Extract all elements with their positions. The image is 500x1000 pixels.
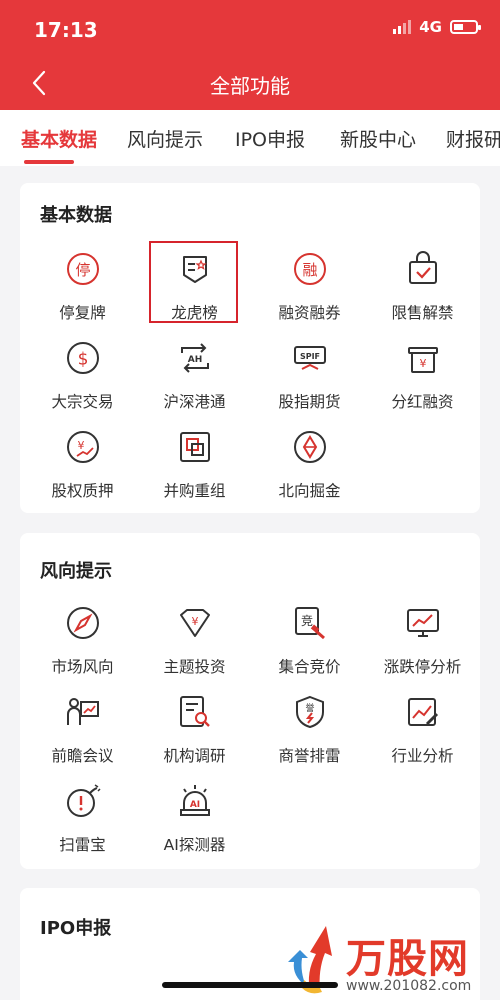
- grid-item-label: 股指期货: [278, 393, 341, 411]
- svg-text:融: 融: [302, 261, 317, 279]
- grid-item-research[interactable]: 机构调研: [137, 694, 252, 782]
- grid-item-label: 市场风向: [51, 658, 114, 676]
- network-type: 4G: [419, 18, 442, 36]
- watermark-brand: 万股网: [346, 936, 469, 982]
- highlight-box: [149, 241, 238, 323]
- grid-item-market-wind[interactable]: 市场风向: [25, 605, 140, 693]
- section-basic-data: 基本数据 停 停复牌 龙虎榜 融 融资融券 限售解禁 $ 大宗交易 AH 沪深港…: [20, 183, 480, 513]
- merger-icon: [177, 429, 213, 465]
- page-title: 全部功能: [210, 74, 290, 98]
- research-icon: [177, 694, 213, 730]
- svg-text:竞: 竞: [301, 614, 313, 628]
- grid-item-label: AI探测器: [163, 836, 226, 854]
- svg-text:AH: AH: [188, 355, 203, 365]
- grid-item-goodwill[interactable]: 誉 商誉排雷: [252, 694, 367, 782]
- grid-item-theme-investment[interactable]: ¥ 主题投资: [137, 605, 252, 693]
- tab-ipo[interactable]: IPO申报: [235, 125, 305, 152]
- tab-new-stock[interactable]: 新股中心: [340, 125, 416, 152]
- auction-icon: 竞: [292, 605, 328, 641]
- grid-item-label: 前瞻会议: [51, 747, 114, 765]
- industry-analysis-icon: [405, 694, 441, 730]
- grid-item-lockup[interactable]: 限售解禁: [365, 251, 480, 339]
- tab-financial-report[interactable]: 财报研: [446, 125, 500, 152]
- grid-item-label: 停复牌: [59, 304, 106, 322]
- grid-item-block-trade[interactable]: $ 大宗交易: [25, 340, 140, 428]
- ai-detector-icon: AI: [177, 783, 213, 819]
- category-tabs: 基本数据 风向提示 IPO申报 新股中心 财报研: [0, 110, 500, 166]
- grid-item-label: 主题投资: [163, 658, 226, 676]
- grid-item-label: 股权质押: [51, 482, 114, 500]
- watermark-url: www.201082.com: [346, 978, 472, 994]
- grid-item-label: 涨跌停分析: [383, 658, 462, 676]
- svg-text:¥: ¥: [192, 615, 199, 628]
- section-title: IPO申报: [40, 918, 112, 939]
- home-indicator[interactable]: [162, 982, 338, 988]
- stock-connect-icon: AH: [177, 340, 213, 376]
- grid-item-stock-connect[interactable]: AH 沪深港通: [137, 340, 252, 428]
- suspension-icon: 停: [65, 251, 101, 287]
- grid-item-northbound[interactable]: 北向掘金: [252, 429, 367, 517]
- grid-item-dividend[interactable]: ¥ 分红融资: [365, 340, 480, 428]
- goodwill-shield-icon: 誉: [292, 694, 328, 730]
- section-wind-tips: 风向提示 市场风向 ¥ 主题投资 竞 集合竞价 涨跌停分析 前瞻会议 机构调研 …: [20, 533, 480, 869]
- grid-item-label: 商誉排雷: [278, 747, 341, 765]
- lockup-expiry-icon: [405, 251, 441, 287]
- svg-text:AI: AI: [190, 800, 200, 810]
- status-bar: 17:13 4G: [0, 0, 500, 56]
- grid-item-label: 集合竞价: [278, 658, 341, 676]
- theme-investment-icon: ¥: [177, 605, 213, 641]
- grid-item-label: 并购重组: [163, 482, 226, 500]
- grid-item-label: 沪深港通: [163, 393, 226, 411]
- grid-item-label: 扫雷宝: [59, 836, 106, 854]
- dividend-icon: ¥: [405, 340, 441, 376]
- grid-item-equity-pledge[interactable]: ¥ 股权质押: [25, 429, 140, 517]
- signal-icon: [393, 20, 412, 34]
- grid-item-meeting[interactable]: 前瞻会议: [25, 694, 140, 782]
- section-title: 风向提示: [40, 561, 112, 582]
- grid-item-label: 行业分析: [391, 747, 454, 765]
- grid-item-label: 分红融资: [391, 393, 454, 411]
- grid-item-label: 北向掘金: [278, 482, 341, 500]
- svg-text:¥: ¥: [420, 357, 427, 370]
- meeting-icon: [65, 694, 101, 730]
- section-title: 基本数据: [40, 205, 112, 226]
- status-time: 17:13: [34, 18, 98, 42]
- svg-text:¥: ¥: [78, 439, 85, 452]
- grid-item-suspension[interactable]: 停 停复牌: [25, 251, 140, 339]
- northbound-icon: [292, 429, 328, 465]
- grid-item-index-futures[interactable]: SPIF 股指期货: [252, 340, 367, 428]
- grid-item-margin[interactable]: 融 融资融券: [252, 251, 367, 339]
- grid-item-merger[interactable]: 并购重组: [137, 429, 252, 517]
- limit-analysis-icon: [405, 605, 441, 641]
- grid-item-label: 融资融券: [278, 304, 341, 322]
- svg-text:SPIF: SPIF: [300, 352, 320, 361]
- grid-item-label: 限售解禁: [391, 304, 454, 322]
- nav-bar: 全部功能: [0, 56, 500, 110]
- svg-text:停: 停: [75, 261, 90, 279]
- tab-wind-tips[interactable]: 风向提示: [127, 125, 203, 152]
- battery-icon: [450, 20, 481, 34]
- grid-item-industry-analysis[interactable]: 行业分析: [365, 694, 480, 782]
- svg-text:誉: 誉: [305, 702, 314, 714]
- mine-sweeper-icon: [65, 783, 101, 819]
- grid-item-label: 机构调研: [163, 747, 226, 765]
- svg-text:$: $: [78, 350, 89, 370]
- grid-item-label: 大宗交易: [51, 393, 114, 411]
- status-right: 4G: [393, 18, 481, 36]
- grid-item-mine-sweeper[interactable]: 扫雷宝: [25, 783, 140, 871]
- grid-item-ai-detector[interactable]: AI AI探测器: [137, 783, 252, 871]
- margin-trading-icon: 融: [292, 251, 328, 287]
- index-futures-icon: SPIF: [292, 340, 328, 376]
- watermark-logo: 万股网 www.201082.com: [276, 920, 494, 1000]
- compass-icon: [65, 605, 101, 641]
- grid-item-limit-analysis[interactable]: 涨跌停分析: [365, 605, 480, 693]
- grid-item-auction[interactable]: 竞 集合竞价: [252, 605, 367, 693]
- active-tab-indicator: [24, 160, 74, 164]
- equity-pledge-icon: ¥: [65, 429, 101, 465]
- top-header: 17:13 4G 全部功能: [0, 0, 500, 110]
- block-trade-icon: $: [65, 340, 101, 376]
- tab-basic-data[interactable]: 基本数据: [21, 125, 97, 152]
